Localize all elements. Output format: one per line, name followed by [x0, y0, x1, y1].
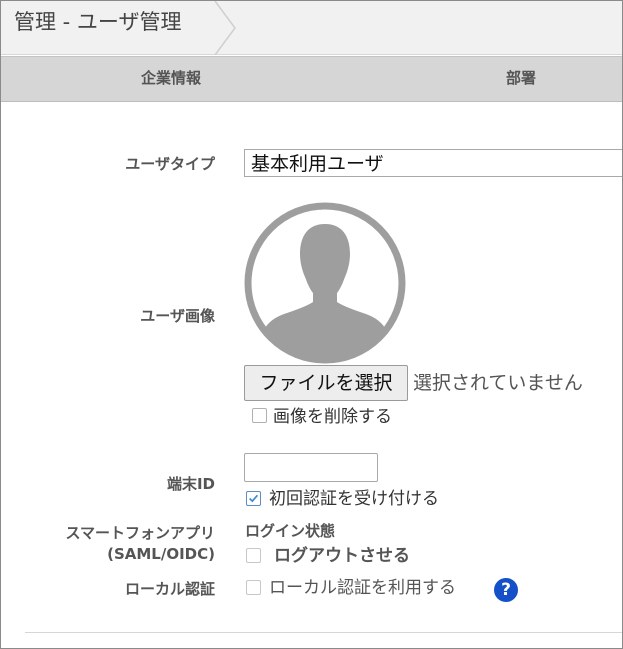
question-circle-icon[interactable]: ?: [494, 578, 518, 602]
breadcrumb-bar: 管理 - ユーザ管理: [1, 1, 622, 55]
smartphone-app-label-line1: スマートフォンアプリ: [65, 524, 215, 542]
tab-bar: 企業情報 部署: [1, 56, 622, 102]
tab-company-info[interactable]: 企業情報: [61, 57, 281, 101]
user-type-select[interactable]: 基本利用ユーザ: [244, 149, 623, 177]
breadcrumb: 管理 - ユーザ管理: [14, 10, 182, 34]
avatar-placeholder-icon: [244, 202, 406, 364]
accept-first-auth-label: 初回認証を受け付ける: [269, 489, 439, 509]
file-status-text: 選択されていません: [413, 372, 583, 394]
smartphone-app-label: スマートフォンアプリ (SAML/OIDC): [15, 523, 215, 565]
accept-first-auth-checkbox[interactable]: [246, 491, 261, 506]
local-auth-label: ローカル認証: [124, 580, 215, 598]
use-local-auth-label: ローカル認証を利用する: [269, 578, 456, 598]
breadcrumb-chevron-icon: [214, 1, 236, 55]
tab-department[interactable]: 部署: [421, 57, 621, 101]
user-image-label: ユーザ画像: [140, 307, 215, 325]
force-logout-label: ログアウトさせる: [274, 546, 410, 566]
choose-file-button[interactable]: ファイルを選択: [244, 365, 408, 401]
terminal-id-label: 端末ID: [166, 475, 215, 493]
smartphone-app-label-line2: (SAML/OIDC): [107, 545, 215, 563]
user-type-label: ユーザタイプ: [125, 155, 215, 173]
terminal-id-input[interactable]: [244, 453, 378, 482]
section-divider: [25, 632, 623, 633]
login-state-text: ログイン状態: [245, 522, 336, 540]
use-local-auth-checkbox[interactable]: [246, 580, 261, 595]
force-logout-checkbox[interactable]: [246, 548, 261, 563]
delete-image-checkbox[interactable]: [252, 408, 267, 423]
delete-image-label: 画像を削除する: [273, 407, 392, 427]
